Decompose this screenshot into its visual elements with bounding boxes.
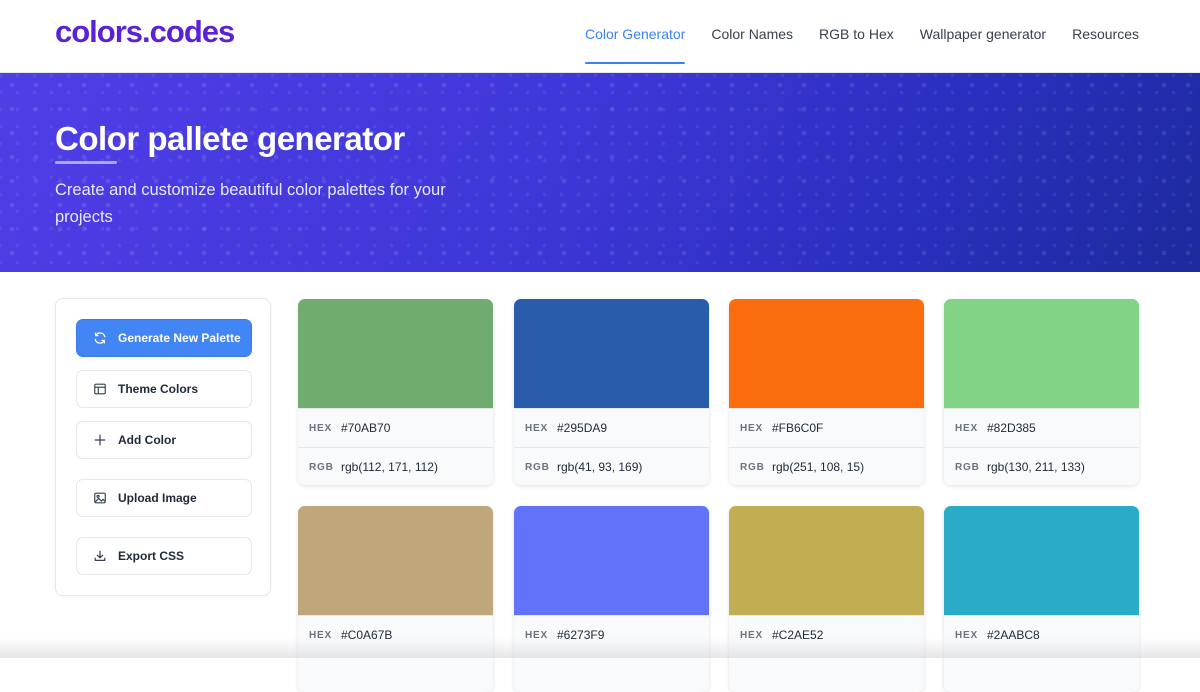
hex-value[interactable]: #295DA9 <box>557 421 607 435</box>
color-swatch[interactable] <box>298 299 493 408</box>
site-header: colors.codes Color Generator Color Names… <box>0 0 1200 73</box>
rgb-label: RGB <box>740 461 765 473</box>
color-swatch[interactable] <box>514 299 709 408</box>
nav-color-generator[interactable]: Color Generator <box>584 0 686 73</box>
hex-label: HEX <box>955 629 978 641</box>
image-icon <box>93 491 107 505</box>
hex-label: HEX <box>309 422 332 434</box>
main-nav: Color Generator Color Names RGB to Hex W… <box>584 0 1139 73</box>
hex-value[interactable]: #70AB70 <box>341 421 390 435</box>
hex-row[interactable]: HEX #2AABC8 <box>944 615 1139 654</box>
rgb-value[interactable]: rgb(41, 93, 169) <box>557 460 642 474</box>
color-card[interactable]: HEX #295DA9 RGB rgb(41, 93, 169) <box>514 299 709 485</box>
nav-color-names[interactable]: Color Names <box>711 0 793 73</box>
theme-colors-button[interactable]: Theme Colors <box>76 370 252 408</box>
hex-label: HEX <box>525 422 548 434</box>
rgb-value[interactable]: rgb(112, 171, 112) <box>341 460 438 474</box>
hex-row[interactable]: HEX #295DA9 <box>514 408 709 447</box>
rgb-row[interactable]: RGB rgb(130, 211, 133) <box>944 447 1139 485</box>
hex-row[interactable]: HEX #C0A67B <box>298 615 493 654</box>
hex-label: HEX <box>955 422 978 434</box>
color-card[interactable]: HEX #C2AE52 <box>729 506 924 692</box>
title-underline <box>55 161 117 164</box>
export-css-label: Export CSS <box>118 549 185 563</box>
color-swatch[interactable] <box>514 506 709 615</box>
color-swatch[interactable] <box>729 506 924 615</box>
export-css-button[interactable]: Export CSS <box>76 537 252 575</box>
nav-wallpaper-generator[interactable]: Wallpaper generator <box>920 0 1046 73</box>
hex-value[interactable]: #FB6C0F <box>772 421 823 435</box>
color-swatch[interactable] <box>944 299 1139 408</box>
rgb-label: RGB <box>955 461 980 473</box>
rgb-row[interactable]: RGB rgb(112, 171, 112) <box>298 447 493 485</box>
hex-row[interactable]: HEX #82D385 <box>944 408 1139 447</box>
rgb-label: RGB <box>309 461 334 473</box>
color-swatch[interactable] <box>298 506 493 615</box>
hex-value[interactable]: #2AABC8 <box>987 628 1040 642</box>
hex-label: HEX <box>740 629 763 641</box>
hex-value[interactable]: #82D385 <box>987 421 1036 435</box>
hex-value[interactable]: #6273F9 <box>557 628 604 642</box>
plus-icon <box>93 433 107 447</box>
site-logo[interactable]: colors.codes <box>55 14 235 50</box>
layout-icon <box>93 382 107 396</box>
hex-value[interactable]: #C0A67B <box>341 628 392 642</box>
theme-colors-label: Theme Colors <box>118 382 199 396</box>
add-color-label: Add Color <box>118 433 176 447</box>
rgb-value[interactable]: rgb(130, 211, 133) <box>987 460 1085 474</box>
refresh-icon <box>93 331 107 345</box>
generate-palette-button[interactable]: Generate New Palette <box>76 319 252 357</box>
tools-sidebar: Generate New Palette Theme Colors Add Co… <box>55 298 271 596</box>
upload-image-label: Upload Image <box>118 491 197 505</box>
color-swatch[interactable] <box>944 506 1139 615</box>
hex-label: HEX <box>309 629 332 641</box>
rgb-row[interactable]: RGB rgb(41, 93, 169) <box>514 447 709 485</box>
hex-label: HEX <box>525 629 548 641</box>
page-subtitle: Create and customize beautiful color pal… <box>55 181 446 226</box>
rgb-row[interactable]: RGB rgb(251, 108, 15) <box>729 447 924 485</box>
hex-row[interactable]: HEX #6273F9 <box>514 615 709 654</box>
color-swatch[interactable] <box>729 299 924 408</box>
color-card[interactable]: HEX #C0A67B <box>298 506 493 692</box>
generate-palette-label: Generate New Palette <box>118 331 241 345</box>
upload-image-button[interactable]: Upload Image <box>76 479 252 517</box>
add-color-button[interactable]: Add Color <box>76 421 252 459</box>
color-card[interactable]: HEX #82D385 RGB rgb(130, 211, 133) <box>944 299 1139 485</box>
color-card[interactable]: HEX #FB6C0F RGB rgb(251, 108, 15) <box>729 299 924 485</box>
nav-rgb-to-hex[interactable]: RGB to Hex <box>819 0 894 73</box>
hex-value[interactable]: #C2AE52 <box>772 628 823 642</box>
page-title: Color pallete generator <box>55 120 405 157</box>
download-icon <box>93 549 107 563</box>
rgb-label: RGB <box>525 461 550 473</box>
color-card[interactable]: HEX #70AB70 RGB rgb(112, 171, 112) <box>298 299 493 485</box>
color-card[interactable]: HEX #2AABC8 <box>944 506 1139 692</box>
hex-row[interactable]: HEX #70AB70 <box>298 408 493 447</box>
rgb-value[interactable]: rgb(251, 108, 15) <box>772 460 864 474</box>
hex-row[interactable]: HEX #C2AE52 <box>729 615 924 654</box>
hero-banner: Color pallete generator Create and custo… <box>0 73 1200 272</box>
color-card[interactable]: HEX #6273F9 <box>514 506 709 692</box>
hex-label: HEX <box>740 422 763 434</box>
nav-resources[interactable]: Resources <box>1072 0 1139 73</box>
hex-row[interactable]: HEX #FB6C0F <box>729 408 924 447</box>
